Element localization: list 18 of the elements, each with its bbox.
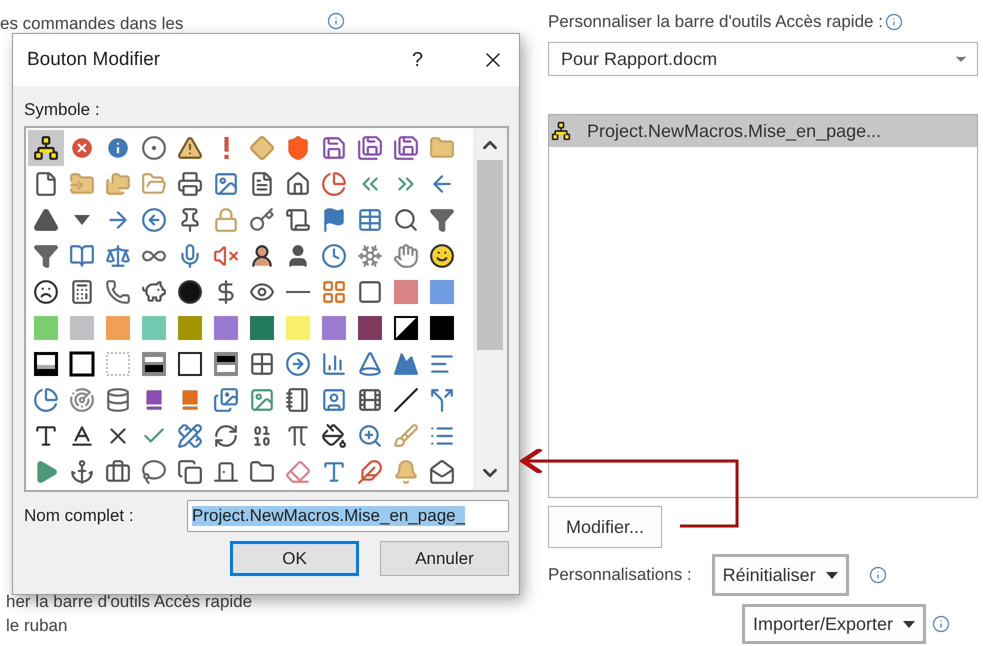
import-export-button[interactable]: Importer/Exporter [742,604,926,644]
modify-button[interactable]: Modifier... [548,506,662,548]
document-dropdown[interactable]: Pour Rapport.docm [548,42,978,76]
customize-label: Personnaliser la barre d'outils Accès rapide : [548,12,883,32]
reset-button[interactable]: Réinitialiser [712,554,849,596]
customizations-label: Personnalisations : [548,565,692,585]
full-name-label: Nom complet : [24,506,135,526]
list-item-label: Project.NewMacros.Mise_en_page... [587,120,882,142]
quick-access-text: her la barre d'outils Accès rapide [6,592,254,612]
commands-text: es commandes dans les [0,14,184,34]
dialog-button[interactable]: Annuler [380,541,509,576]
toolbar-list-item[interactable]: Project.NewMacros.Mise_en_page... [549,115,977,147]
help-button[interactable]: ? [412,48,423,72]
ribbon-text: le ruban [6,616,68,636]
symbol-label: Symbole : [24,100,101,120]
dialog-title: Bouton Modifier [27,49,162,71]
full-name-field[interactable]: Project.NewMacros.Mise_en_page_ [187,500,509,532]
dialog-button[interactable]: OK [230,541,359,576]
